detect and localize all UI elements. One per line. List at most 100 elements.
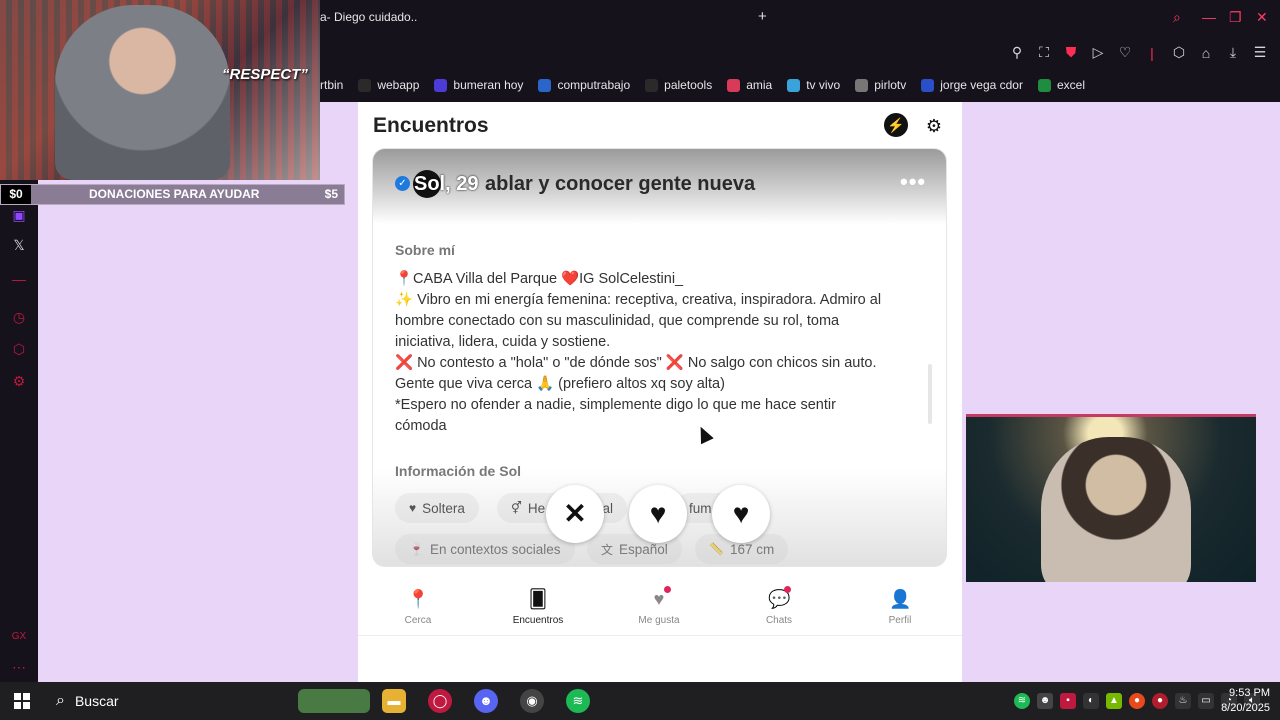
bookmark-item[interactable]: paletools xyxy=(645,78,712,92)
snapshot-icon[interactable]: ⛶ xyxy=(1036,44,1052,61)
chip-relationship: ♥ Soltera xyxy=(395,493,479,523)
nav-label: Perfil xyxy=(888,615,912,626)
windows-start-icon[interactable] xyxy=(14,693,30,709)
steam-tray-icon[interactable]: ♨ xyxy=(1175,693,1191,709)
nav-item-me-gusta[interactable]: ♥ Me gusta xyxy=(609,586,709,626)
close-window-icon[interactable]: ✕ xyxy=(1256,9,1268,26)
bookmark-icon xyxy=(358,78,372,92)
nav-label: Cerca xyxy=(404,615,432,626)
separator-icon: | xyxy=(1150,44,1154,61)
minimize-icon[interactable]: — xyxy=(1202,9,1216,25)
taskbar-search[interactable]: ⌕ Buscar xyxy=(48,687,288,715)
windows-taskbar: ⌕ Buscar ▬ ◯ ☻ ◉ ≋ ≋ ☻ ▪ ◐ ▲ ● ● ♨ ▭ ◔ 🔈… xyxy=(0,682,1280,720)
new-tab-button[interactable]: + xyxy=(758,8,767,25)
bookmarks-bar: rtbin webapp bumeran hoy computrabajo paleto… xyxy=(320,74,1085,96)
network-icon[interactable]: ▭ xyxy=(1198,693,1214,709)
extensions-sidebar-icon[interactable]: ⬡ xyxy=(10,340,28,358)
bookmark-icon xyxy=(855,78,869,92)
bookmark-item[interactable]: excel xyxy=(1037,78,1085,92)
bookmark-item[interactable]: jorge vega cdor xyxy=(921,78,1023,92)
clock[interactable]: 9:53 PM 8/20/2025 xyxy=(1221,686,1270,716)
nav-item-encuentros[interactable]: 🂠 Encuentros xyxy=(488,588,588,626)
more-options-icon[interactable]: ••• xyxy=(900,169,926,195)
bookmark-item[interactable]: bumeran hoy xyxy=(434,78,523,92)
bookmark-item[interactable]: tv vivo xyxy=(787,78,840,92)
bookmark-icon xyxy=(727,78,741,92)
stream-overlay-image: “RESPECT” xyxy=(0,0,320,180)
search-icon[interactable]: ⌕ xyxy=(1173,9,1181,26)
more-sidebar-icon[interactable]: ⋯ xyxy=(10,658,28,676)
chip-label: 167 cm xyxy=(729,541,775,557)
discord-icon[interactable]: ☻ xyxy=(474,689,498,713)
notification-dot xyxy=(664,586,671,593)
boost-icon[interactable]: ⚡ xyxy=(884,113,908,137)
bio-line: hombre conectado con su masculinidad, qu… xyxy=(395,313,840,329)
app-tray-icon[interactable]: ◐ xyxy=(1083,693,1099,709)
search-icon: ⌕ xyxy=(56,692,65,709)
bio-line: cómoda xyxy=(395,418,447,434)
restore-icon[interactable]: ❐ xyxy=(1229,9,1242,26)
hearts-icon: ♥ xyxy=(648,586,671,610)
extensions-icon[interactable]: ⬡ xyxy=(1171,44,1187,61)
search-placeholder: Buscar xyxy=(74,693,119,709)
bookmark-item[interactable]: amia xyxy=(727,78,772,92)
bookmark-label: bumeran hoy xyxy=(453,78,524,92)
scrollbar[interactable] xyxy=(928,364,932,424)
gx-icon[interactable]: GX xyxy=(10,628,28,646)
nav-item-perfil[interactable]: 👤 Perfil xyxy=(850,588,950,626)
filter-icon[interactable]: ⚙ xyxy=(922,114,946,138)
bookmark-label: amia xyxy=(746,78,773,92)
chip-label: Español xyxy=(619,541,668,557)
superlike-button[interactable]: ♥ xyxy=(629,485,687,543)
wine-icon: 🍷 xyxy=(409,542,424,556)
pin-icon[interactable]: ⚲ xyxy=(1009,44,1025,61)
tab-bar: a- Diego cuidado.. + xyxy=(320,0,1280,34)
bookmark-label: paletools xyxy=(664,78,713,92)
dating-app: Encuentros ⚡ ⚙ ✓ ablar y conocer gente n… xyxy=(358,102,962,682)
app-tray-icon-3[interactable]: ● xyxy=(1152,693,1168,709)
streamer-image xyxy=(1041,437,1191,582)
bookmark-item[interactable]: pirlotv xyxy=(855,78,906,92)
nvidia-tray-icon[interactable]: ▲ xyxy=(1106,693,1122,709)
bio-line: ✨ Vibro en mi energía femenina: receptiv… xyxy=(395,292,882,308)
bookmark-item[interactable]: webapp xyxy=(358,78,419,92)
obs-icon[interactable]: ◉ xyxy=(520,689,544,713)
play-icon[interactable]: ▷ xyxy=(1090,44,1106,61)
bookmark-item[interactable]: rtbin xyxy=(320,78,343,92)
heart-icon: ♥ xyxy=(409,501,417,515)
opera-gx-icon[interactable]: ◯ xyxy=(428,689,452,713)
like-button[interactable]: ♥ xyxy=(712,485,770,543)
x-icon[interactable]: 𝕏 xyxy=(10,236,28,254)
app-tray-icon-2[interactable]: ● xyxy=(1129,693,1145,709)
spotify-icon[interactable]: ≋ xyxy=(566,689,590,713)
location-pin-icon: 📍 xyxy=(407,589,430,609)
nav-item-chats[interactable]: 💬 Chats xyxy=(729,586,829,626)
profile-icon: 👤 xyxy=(889,589,912,609)
twitch-icon[interactable]: ▣ xyxy=(10,206,28,224)
profile-headline: ablar y conocer gente nueva xyxy=(485,173,756,195)
bio-line: *Espero no ofender a nadie, simplemente … xyxy=(395,397,836,413)
download-icon[interactable]: ⤓ xyxy=(1225,44,1241,61)
donation-label: DONACIONES PARA AYUDAR xyxy=(89,187,260,201)
vpn-shield-icon[interactable]: ⛊ xyxy=(1063,44,1079,61)
donation-bar: $0 DONACIONES PARA AYUDAR $5 xyxy=(0,184,345,205)
profile-card[interactable]: ✓ ablar y conocer gente nueva Sol, 29 ••… xyxy=(373,149,946,566)
tab-active-title[interactable]: a- Diego cuidado.. xyxy=(320,10,417,24)
menu-icon[interactable]: ☰ xyxy=(1252,44,1268,61)
heart-icon[interactable]: ♡ xyxy=(1117,44,1133,61)
discord-tray-icon[interactable]: ☻ xyxy=(1037,693,1053,709)
divider-icon: — xyxy=(12,271,26,287)
webcam-overlay xyxy=(966,414,1256,582)
bookmark-icon xyxy=(921,78,935,92)
bookmark-item[interactable]: computrabajo xyxy=(538,78,630,92)
history-icon[interactable]: ◷ xyxy=(10,308,28,326)
page-title: Encuentros xyxy=(373,114,489,137)
spotify-tray-icon[interactable]: ≋ xyxy=(1014,693,1030,709)
wallet-icon[interactable]: ⌂ xyxy=(1198,45,1214,61)
settings-icon[interactable]: ⚙ xyxy=(10,372,28,390)
dislike-button[interactable]: ✕ xyxy=(546,485,604,543)
file-explorer-icon[interactable]: ▬ xyxy=(382,689,406,713)
nav-item-cerca[interactable]: 📍 Cerca xyxy=(368,588,468,626)
widget-icon[interactable] xyxy=(298,689,370,713)
opera-tray-icon[interactable]: ▪ xyxy=(1060,693,1076,709)
